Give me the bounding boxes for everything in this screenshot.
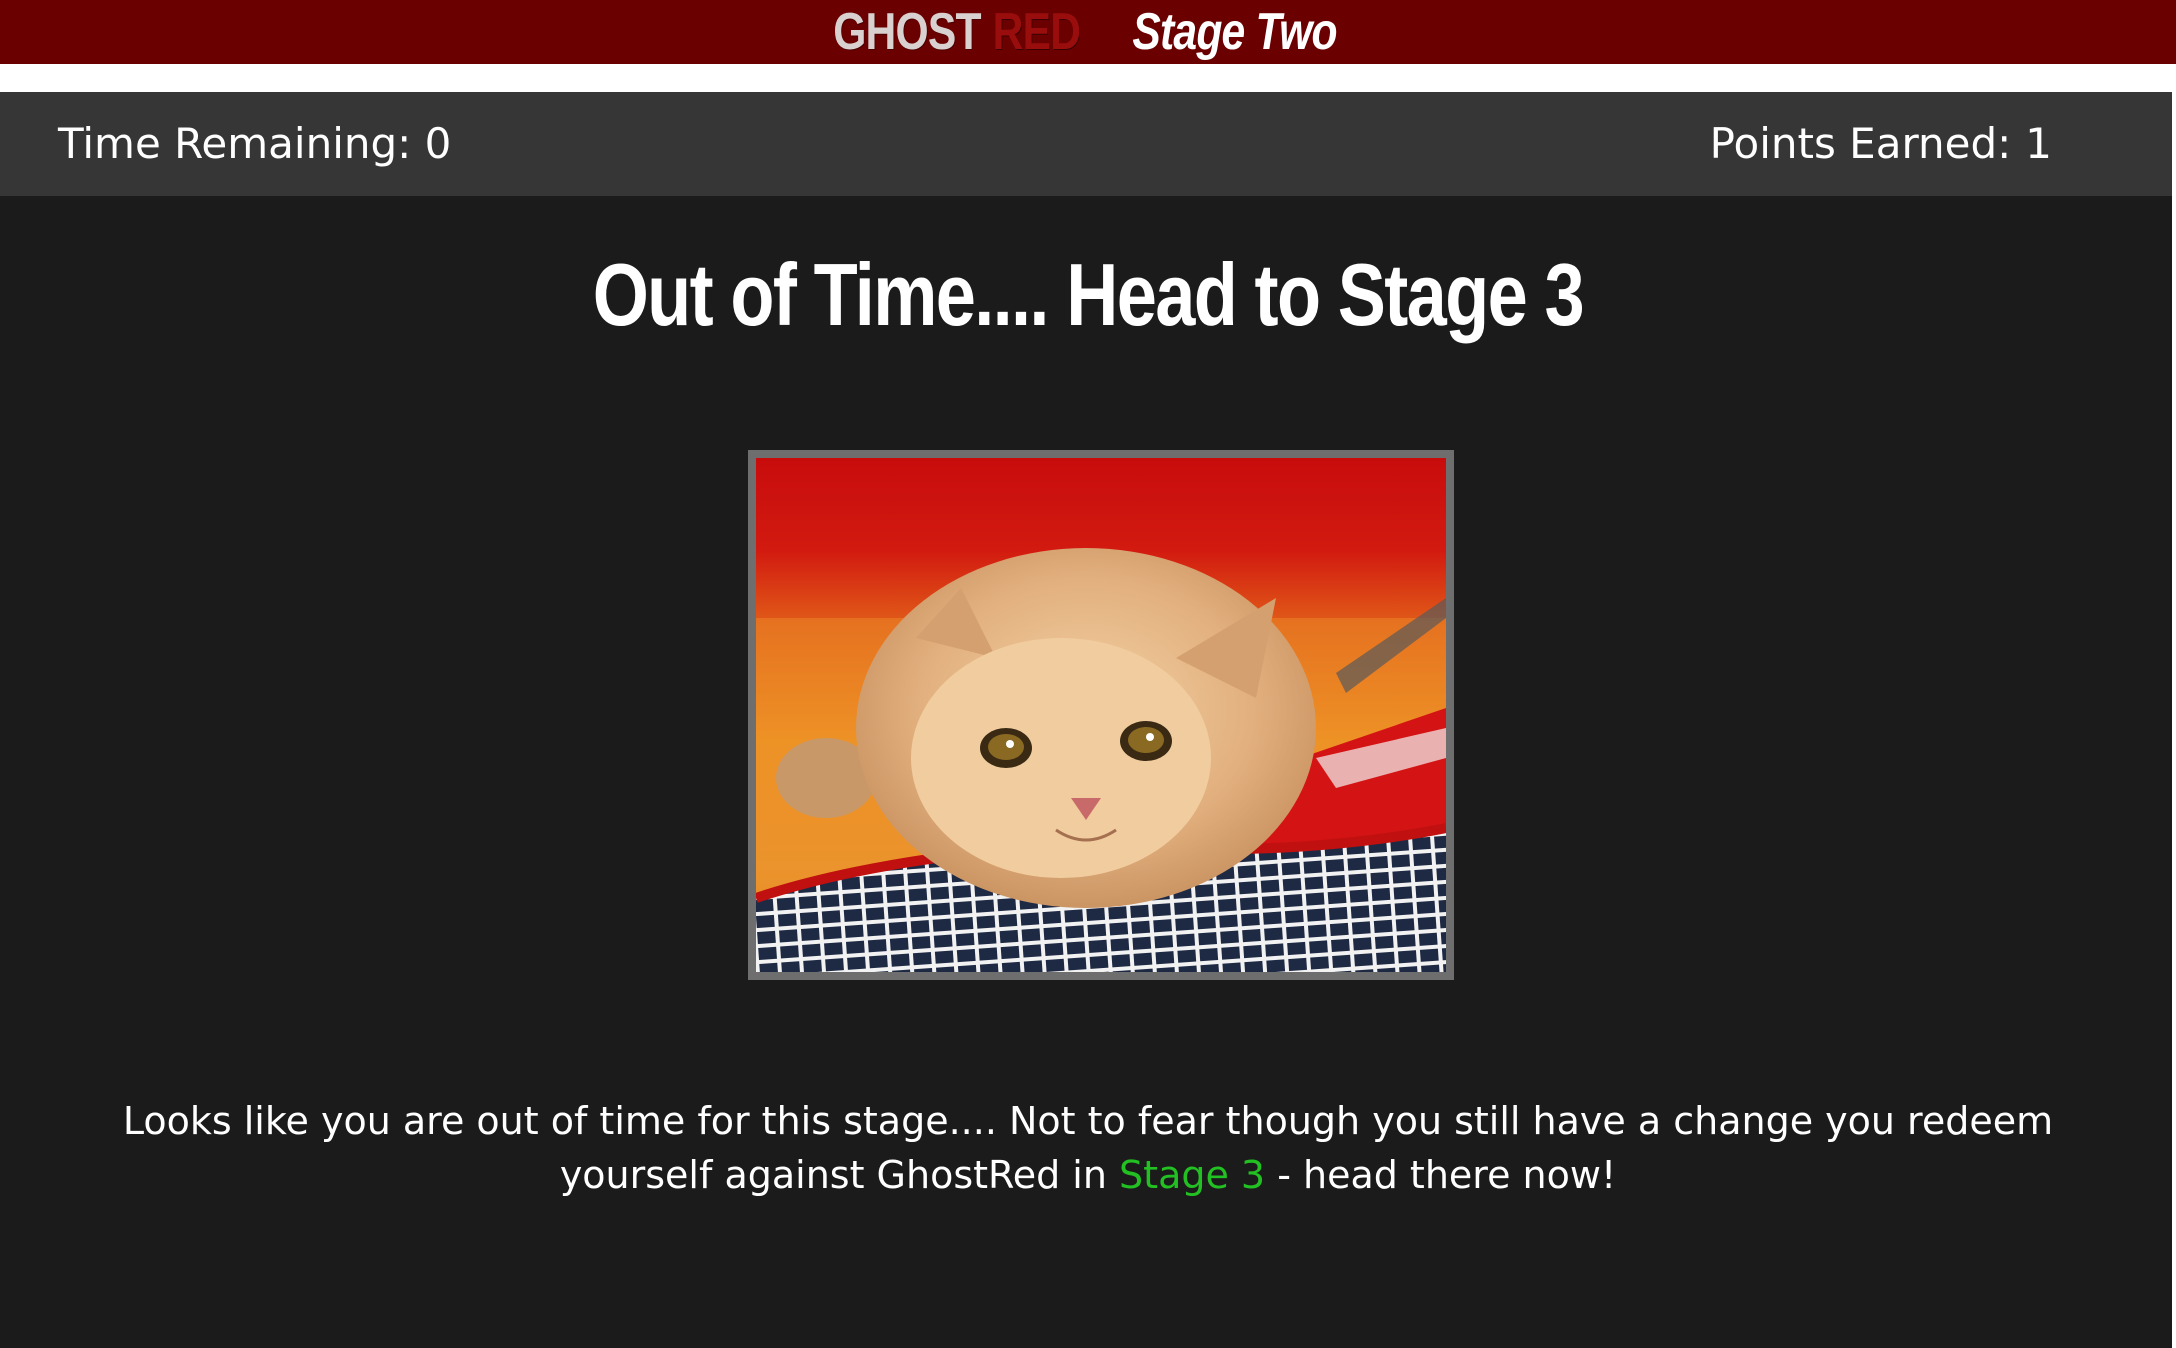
points-earned-value: 1	[2025, 119, 2052, 168]
out-of-time-message: Looks like you are out of time for this …	[60, 1094, 2116, 1202]
message-text-after: - head there now!	[1265, 1153, 1617, 1197]
time-remaining-value: 0	[424, 119, 452, 168]
stage-3-link[interactable]: Stage 3	[1119, 1153, 1265, 1197]
stage-label: Stage Two	[1132, 3, 1337, 61]
points-earned-label: Points Earned:	[1709, 119, 2012, 168]
time-remaining: Time Remaining: 0	[58, 92, 451, 196]
message-text-before: Looks like you are out of time for this …	[122, 1099, 2054, 1197]
time-remaining-label: Time Remaining:	[58, 119, 425, 168]
logo-ghost-text: GHOST	[833, 3, 981, 61]
points-earned: Points Earned: 1	[1710, 92, 2052, 196]
status-bar: Time Remaining: 0 Points Earned: 1	[0, 92, 2172, 196]
kitten-illustration	[756, 458, 1446, 972]
page-title: Out of Time.... Head to Stage 3	[0, 240, 2176, 350]
header-divider	[0, 64, 2176, 92]
top-banner: GHOST RED Stage Two	[0, 0, 2176, 64]
ghostred-logo: GHOST RED	[817, 0, 1090, 64]
sad-kitten-image	[748, 450, 1454, 980]
page-title-text: Out of Time.... Head to Stage 3	[592, 245, 1585, 344]
logo-red-text: RED	[992, 3, 1081, 61]
